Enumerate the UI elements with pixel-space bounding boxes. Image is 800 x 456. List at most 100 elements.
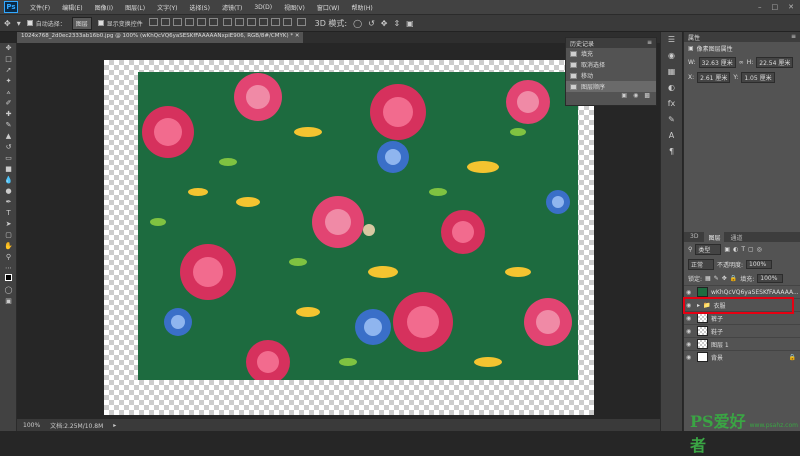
distribute-center-icon[interactable] [270, 18, 280, 26]
eye-icon[interactable]: ◉ [686, 341, 694, 348]
eye-icon[interactable]: ◉ [686, 315, 694, 322]
eraser-tool-icon[interactable]: ▭ [0, 153, 17, 164]
type-tool-icon[interactable]: T [0, 208, 17, 219]
opacity-field[interactable]: 100% [746, 260, 773, 269]
menu-view[interactable]: 视图(V) [278, 3, 311, 12]
align-bottom-icon[interactable] [172, 18, 182, 26]
healing-tool-icon[interactable]: ✚ [0, 109, 17, 120]
x-field[interactable]: 2.61 厘米 [697, 72, 731, 83]
move-tool-icon[interactable]: ✥ [4, 19, 11, 28]
crop-tool-icon[interactable]: ⟑ [0, 87, 17, 98]
lock-pixels-icon[interactable]: ▦ [705, 275, 711, 282]
filter-shape-icon[interactable]: ▢ [748, 246, 754, 253]
lock-move-icon[interactable]: ✥ [722, 275, 727, 282]
layer-kind-filter[interactable]: 类型 [695, 244, 722, 255]
color-panel-icon[interactable]: ◉ [661, 48, 682, 64]
maximize-icon[interactable]: □ [772, 3, 779, 11]
filter-pixel-icon[interactable]: ▣ [724, 246, 730, 253]
quick-select-tool-icon[interactable]: ✦ [0, 76, 17, 87]
menu-edit[interactable]: 编辑(E) [56, 3, 88, 12]
adjustments-panel-icon[interactable]: ◐ [661, 80, 682, 96]
path-select-tool-icon[interactable]: ➤ [0, 219, 17, 230]
align-center-icon[interactable] [196, 18, 206, 26]
hand-tool-icon[interactable]: ✋ [0, 241, 17, 252]
chevron-down-icon[interactable]: ▾ [17, 19, 21, 28]
distribute-bottom-icon[interactable] [246, 18, 256, 26]
3d-slide-icon[interactable]: ⇕ [393, 19, 400, 28]
history-item[interactable]: 取消选择 [566, 59, 656, 70]
eye-icon[interactable]: ◉ [686, 289, 694, 296]
3d-roll-icon[interactable]: ↺ [368, 19, 375, 28]
brush-tool-icon[interactable]: ✎ [0, 120, 17, 131]
y-field[interactable]: 1.05 厘米 [741, 72, 775, 83]
properties-panel-title[interactable]: 属性 [688, 33, 700, 42]
menu-layer[interactable]: 图层(L) [119, 3, 151, 12]
align-top-icon[interactable] [148, 18, 158, 26]
filter-adjust-icon[interactable]: ◐ [733, 246, 738, 253]
menu-select[interactable]: 选择(S) [183, 3, 216, 12]
brush-panel-icon[interactable]: ✎ [661, 112, 682, 128]
marquee-tool-icon[interactable]: □ [0, 54, 17, 65]
new-document-icon[interactable]: ▣ [621, 92, 627, 102]
layer-row[interactable]: ◉ 鞋子 [684, 324, 800, 337]
close-icon[interactable]: ✕ [788, 3, 794, 11]
move-tool-icon[interactable]: ✥ [0, 43, 17, 54]
menu-window[interactable]: 窗口(W) [311, 3, 346, 12]
trash-icon[interactable]: ▩ [644, 92, 650, 102]
height-field[interactable]: 22.54 厘米 [756, 57, 794, 68]
menu-file[interactable]: 文件(F) [24, 3, 56, 12]
tab-channels[interactable]: 通道 [726, 232, 746, 242]
show-transform-checkbox[interactable]: 显示变换控件 [97, 19, 143, 28]
styles-panel-icon[interactable]: fx [661, 96, 682, 112]
more-tools-icon[interactable]: ⋯ [0, 263, 17, 274]
color-swatch-icon[interactable] [0, 274, 17, 285]
menu-type[interactable]: 文字(Y) [151, 3, 183, 12]
history-panel-icon[interactable]: ☰ [661, 32, 682, 48]
history-brush-tool-icon[interactable]: ↺ [0, 142, 17, 153]
pen-tool-icon[interactable]: ✒ [0, 197, 17, 208]
history-item-active[interactable]: 图层顺序 [566, 81, 656, 92]
fill-field[interactable]: 100% [757, 274, 784, 283]
zoom-level[interactable]: 100% [23, 422, 40, 429]
history-item[interactable]: 移动 [566, 70, 656, 81]
close-tab-icon[interactable]: ✕ [295, 33, 300, 39]
quick-mask-icon[interactable]: ◯ [0, 285, 17, 296]
document-tab[interactable]: 1024x768_2d0ec2333ab16b0.jpg @ 100% (wKh… [17, 32, 304, 43]
lock-all-icon[interactable]: 🔒 [730, 275, 737, 282]
distribute-middle-icon[interactable] [234, 18, 244, 26]
width-field[interactable]: 32.63 厘米 [698, 57, 736, 68]
3d-pan-icon[interactable]: ✥ [381, 19, 388, 28]
align-middle-icon[interactable] [160, 18, 170, 26]
menu-help[interactable]: 帮助(H) [346, 3, 379, 12]
panel-menu-icon[interactable]: ≡ [791, 33, 796, 41]
eye-icon[interactable]: ◉ [686, 354, 694, 361]
character-panel-icon[interactable]: A [661, 128, 682, 144]
screen-mode-icon[interactable]: ▣ [0, 296, 17, 307]
auto-select-dropdown[interactable]: 图层 [71, 16, 92, 30]
eyedropper-tool-icon[interactable]: ✐ [0, 98, 17, 109]
tab-3d[interactable]: 3D [686, 232, 702, 242]
history-panel-title[interactable]: 历史记录 [570, 39, 594, 48]
layer-row[interactable]: ◉ 背景 🔒 [684, 350, 800, 363]
align-right-icon[interactable] [208, 18, 218, 26]
gradient-tool-icon[interactable]: ■ [0, 164, 17, 175]
zoom-tool-icon[interactable]: ⚲ [0, 252, 17, 263]
eye-icon[interactable]: ◉ [686, 328, 694, 335]
paragraph-panel-icon[interactable]: ¶ [661, 144, 682, 160]
distribute-top-icon[interactable] [222, 18, 232, 26]
stamp-tool-icon[interactable]: ▲ [0, 131, 17, 142]
layer-row[interactable]: ◉ 图层 1 [684, 337, 800, 350]
3d-orbit-icon[interactable]: ◯ [353, 19, 362, 28]
menu-image[interactable]: 图像(I) [89, 3, 119, 12]
filter-smart-icon[interactable]: ◎ [757, 246, 762, 253]
menu-3d[interactable]: 3D(D) [248, 4, 278, 11]
chevron-right-icon[interactable]: ▸ [113, 422, 116, 429]
panel-menu-icon[interactable]: ≡ [647, 39, 652, 47]
align-left-icon[interactable] [184, 18, 194, 26]
filter-type-icon[interactable]: T [741, 246, 745, 253]
swatches-panel-icon[interactable]: ▦ [661, 64, 682, 80]
history-item[interactable]: 填充 [566, 48, 656, 59]
distribute-left-icon[interactable] [258, 18, 268, 26]
tab-layers[interactable]: 图层 [704, 232, 725, 242]
auto-align-icon[interactable] [296, 18, 306, 26]
